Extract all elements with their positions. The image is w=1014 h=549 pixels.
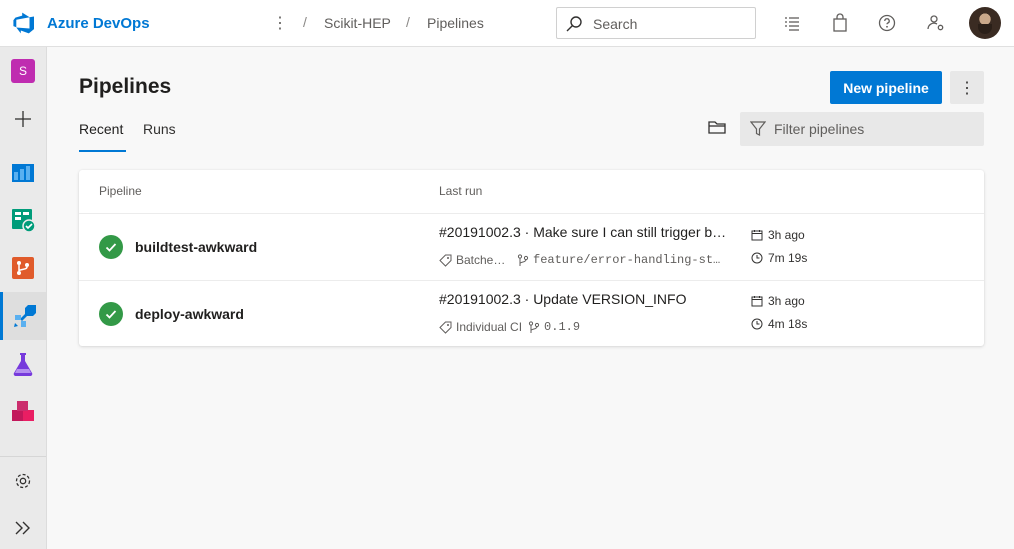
work-items-icon[interactable] [782,13,802,33]
gear-icon[interactable] [0,456,46,504]
run-branch[interactable]: 0.1.9 [544,320,580,334]
project-avatar: S [11,59,35,83]
app-name[interactable]: Azure DevOps [47,15,150,32]
success-status-icon [99,302,123,326]
run-duration: 4m 18s [751,317,807,331]
marketplace-bag-icon[interactable] [830,13,850,33]
table-row[interactable]: buildtest-awkward #20191002.3 · Make sur… [79,213,984,279]
run-meta: Batched CI feature/error-handling-string… [439,253,723,267]
branch-icon [517,253,529,266]
branch-icon [528,320,540,333]
overview-icon[interactable] [0,148,46,196]
breadcrumb-page[interactable]: Pipelines [427,15,484,31]
filter-input[interactable] [774,120,974,138]
search-box[interactable] [556,7,756,39]
run-started: 3h ago [751,228,805,242]
artifacts-icon[interactable] [0,388,46,436]
new-pipeline-button[interactable]: New pipeline [830,71,942,104]
column-header-last-run[interactable]: Last run [439,184,482,198]
run-title[interactable]: #20191002.3 · Make sure I can still trig… [439,224,729,240]
repos-icon[interactable] [0,244,46,292]
left-navigation: S [0,47,47,549]
run-duration: 7m 19s [751,251,807,265]
help-icon[interactable] [877,13,897,33]
folder-view-icon[interactable] [708,119,726,135]
calendar-icon [751,296,763,307]
user-avatar[interactable] [969,7,1001,39]
calendar-icon [751,230,763,241]
run-ago: 3h ago [768,294,805,308]
breadcrumb-separator: / [303,14,307,30]
run-trigger: Individual CI [456,320,523,334]
azure-devops-logo-icon[interactable] [12,11,36,35]
test-plans-icon[interactable] [0,340,46,388]
pipelines-icon[interactable] [0,292,46,340]
table-row[interactable]: deploy-awkward #20191002.3 · Update VERS… [79,280,984,346]
expand-nav-icon[interactable] [0,504,46,549]
filter-box[interactable] [740,112,984,146]
tag-icon [439,254,452,267]
pipelines-table: Pipeline Last run buildtest-awkward #201… [79,170,984,346]
user-settings-icon[interactable] [926,13,946,33]
boards-icon[interactable] [0,196,46,244]
clock-icon [751,252,763,264]
more-actions-icon[interactable]: ⋮ [950,71,984,104]
run-trigger: Batched CI [456,253,508,267]
run-meta: Individual CI 0.1.9 [439,320,580,334]
tag-icon [439,321,452,334]
clock-icon [751,318,763,330]
run-duration-value: 7m 19s [768,251,808,265]
pipeline-name[interactable]: buildtest-awkward [135,239,257,255]
page-title: Pipelines [79,75,172,98]
run-started: 3h ago [751,294,805,308]
search-icon [566,16,582,32]
active-tab-indicator [79,150,126,152]
search-input[interactable] [593,14,743,33]
run-branch[interactable]: feature/error-handling-strings [533,253,723,267]
filter-icon [750,121,766,136]
breadcrumb-project[interactable]: Scikit-HEP [324,15,391,31]
run-title[interactable]: #20191002.3 · Update VERSION_INFO [439,291,729,307]
success-status-icon [99,235,123,259]
run-duration-value: 4m 18s [768,317,808,331]
pipeline-name[interactable]: deploy-awkward [135,306,244,322]
more-breadcrumb-icon[interactable]: ⋮ [272,13,288,33]
add-icon[interactable] [0,95,46,143]
project-switcher[interactable]: S [0,47,46,95]
tab-recent[interactable]: Recent [79,121,123,137]
tab-runs[interactable]: Runs [143,121,176,137]
column-header-pipeline[interactable]: Pipeline [99,184,142,198]
breadcrumb-separator: / [406,14,410,30]
run-ago: 3h ago [768,228,805,242]
top-bar: Azure DevOps ⋮ / Scikit-HEP / Pipelines [0,0,1014,47]
